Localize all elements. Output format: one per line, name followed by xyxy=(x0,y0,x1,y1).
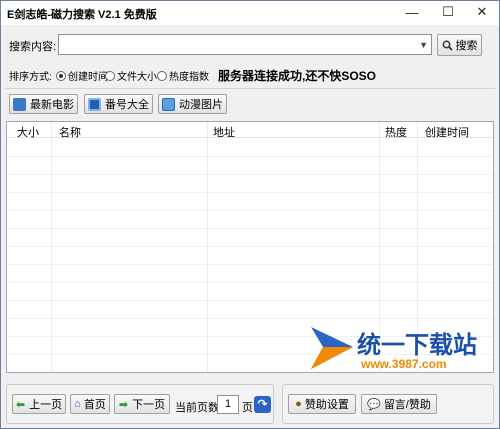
chat-bubble-icon: 💬 xyxy=(367,398,381,411)
app-window: E剑志皓-磁力搜索 V2.1 免费版 — ☐ ✕ 搜索内容: ▼ 搜索 排序方式… xyxy=(0,0,500,429)
row-line xyxy=(7,300,493,301)
column-header-address[interactable]: 地址 xyxy=(213,124,235,140)
latest-movies-label: 最新电影 xyxy=(30,99,74,111)
arrow-left-icon: ⬅ xyxy=(15,398,26,411)
watermark-name: 统一下载站 xyxy=(357,332,477,359)
sort-option-size[interactable]: 文件大小 xyxy=(105,68,157,83)
column-header-size[interactable]: 大小 xyxy=(17,124,39,140)
user-icon: ● xyxy=(295,398,302,410)
current-page-label: 当前页数: xyxy=(175,402,223,414)
column-header-name[interactable]: 名称 xyxy=(59,124,81,140)
status-text: 服务器连接成功,还不快SOSO xyxy=(218,69,377,83)
row-line xyxy=(7,246,493,247)
close-button[interactable]: ✕ xyxy=(465,1,499,23)
sort-option-label: 文件大小 xyxy=(117,72,157,83)
home-icon: ⌂ xyxy=(74,398,81,410)
close-icon: ✕ xyxy=(476,4,488,19)
search-row: 搜索内容: ▼ 搜索 xyxy=(1,31,499,59)
radio-unchecked-icon[interactable] xyxy=(157,71,167,81)
watermark-url: www.3987.com xyxy=(361,357,447,371)
action-panel: ● 赞助设置 💬 留言/赞助 xyxy=(282,384,494,424)
search-input[interactable] xyxy=(59,35,409,54)
prev-page-button[interactable]: ⬅ 上一页 xyxy=(12,394,66,414)
watermark-logo-icon xyxy=(311,327,353,369)
home-page-label: 首页 xyxy=(83,399,106,411)
search-label: 搜索内容: xyxy=(9,41,57,53)
sort-option-heat[interactable]: 热度指数 xyxy=(157,68,209,83)
movie-icon xyxy=(13,97,26,111)
maximize-button[interactable]: ☐ xyxy=(431,1,465,23)
prev-page-label: 上一页 xyxy=(29,399,63,411)
current-page-input[interactable]: 1 xyxy=(217,395,239,414)
sort-option-label: 热度指数 xyxy=(169,72,209,83)
window-title: E剑志皓-磁力搜索 V2.1 免费版 xyxy=(7,9,157,21)
column-divider xyxy=(51,122,52,372)
chevron-down-icon[interactable]: ▼ xyxy=(419,40,428,50)
watermark: 统一下载站 www.3987.com xyxy=(301,321,500,381)
row-line xyxy=(7,210,493,211)
sponsor-settings-button[interactable]: ● 赞助设置 xyxy=(288,394,356,414)
sort-option-created[interactable]: 创建时间 xyxy=(56,68,108,83)
search-button-label: 搜索 xyxy=(455,40,478,52)
anime-images-button[interactable]: 动漫图片 xyxy=(158,94,227,114)
search-icon xyxy=(442,40,453,51)
radio-unchecked-icon[interactable] xyxy=(105,71,115,81)
latest-movies-button[interactable]: 最新电影 xyxy=(9,94,78,114)
next-page-label: 下一页 xyxy=(132,399,166,411)
sort-option-label: 创建时间 xyxy=(68,72,108,83)
row-line xyxy=(7,174,493,175)
maximize-icon: ☐ xyxy=(442,4,454,19)
column-header-created[interactable]: 创建时间 xyxy=(425,124,469,140)
pager-panel: ⬅ 上一页 ⌂ 首页 ➡ 下一页 当前页数: 1 页 ↷ xyxy=(6,384,274,424)
page-unit-label: 页 xyxy=(242,402,253,414)
row-line xyxy=(7,264,493,265)
message-sponsor-label: 留言/赞助 xyxy=(383,399,431,411)
search-button[interactable]: 搜索 xyxy=(437,34,482,56)
column-divider xyxy=(207,122,208,372)
radio-checked-icon[interactable] xyxy=(56,71,66,81)
message-sponsor-button[interactable]: 💬 留言/赞助 xyxy=(361,394,437,414)
home-page-button[interactable]: ⌂ 首页 xyxy=(70,394,110,414)
minimize-button[interactable]: — xyxy=(395,1,429,23)
next-page-button[interactable]: ➡ 下一页 xyxy=(114,394,170,414)
search-combobox[interactable]: ▼ xyxy=(58,34,432,55)
image-icon xyxy=(162,97,175,111)
arrow-right-icon: ➡ xyxy=(118,398,129,411)
code-list-label: 番号大全 xyxy=(105,99,149,111)
code-list-button[interactable]: 番号大全 xyxy=(84,94,153,114)
row-line xyxy=(7,228,493,229)
title-bar[interactable]: E剑志皓-磁力搜索 V2.1 免费版 — ☐ ✕ xyxy=(1,1,499,25)
table-header: 大小 名称 地址 热度 创建时间 xyxy=(7,122,493,140)
row-line xyxy=(7,192,493,193)
row-line xyxy=(7,282,493,283)
sponsor-settings-label: 赞助设置 xyxy=(304,399,349,411)
go-page-icon[interactable]: ↷ xyxy=(254,396,271,413)
grid-icon xyxy=(88,97,101,111)
divider xyxy=(5,88,495,89)
row-line xyxy=(7,318,493,319)
column-header-heat[interactable]: 热度 xyxy=(385,124,407,140)
minimize-icon: — xyxy=(405,4,419,20)
sort-label: 排序方式: xyxy=(9,72,52,83)
row-line xyxy=(7,156,493,157)
anime-images-label: 动漫图片 xyxy=(179,99,223,111)
